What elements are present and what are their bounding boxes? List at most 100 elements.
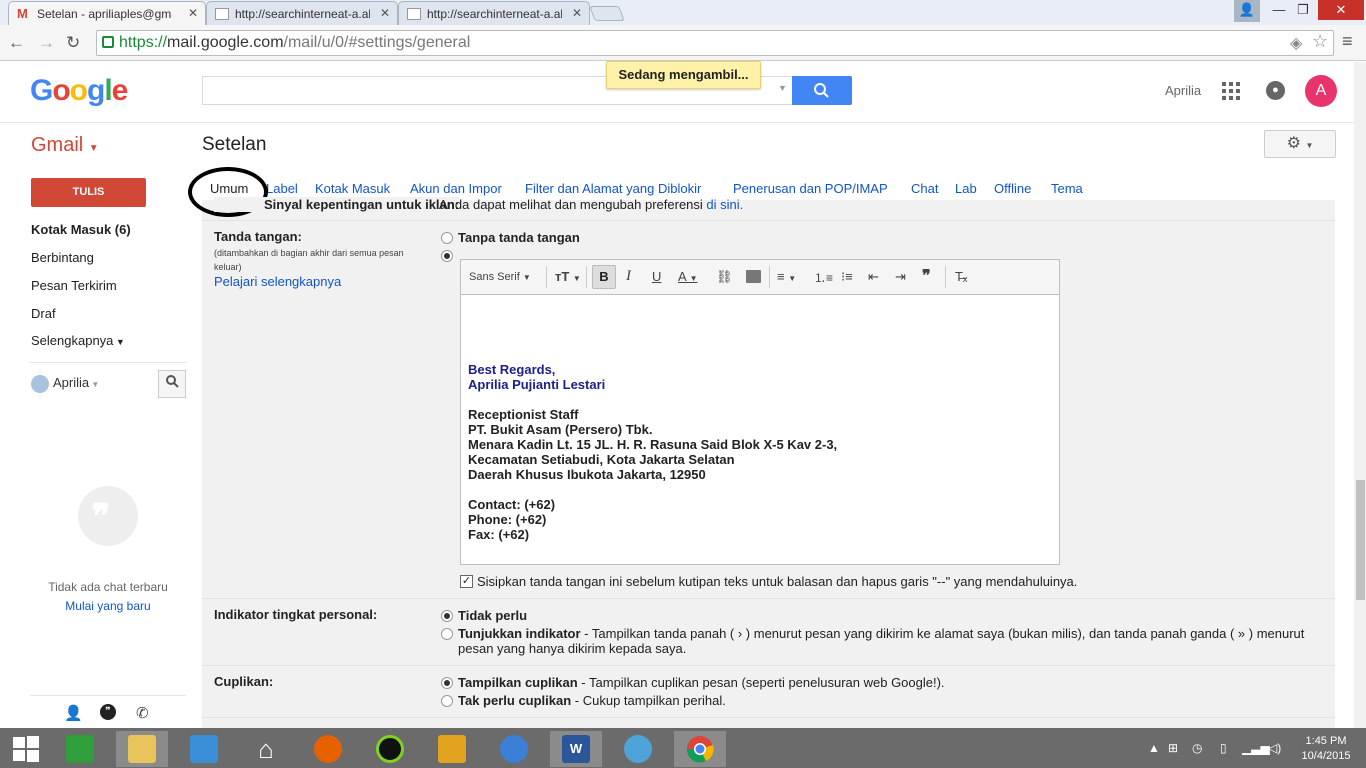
start-button[interactable]	[0, 731, 52, 767]
page-scrollbar[interactable]	[1354, 62, 1366, 728]
italic-icon[interactable]: I	[626, 268, 631, 285]
show-indicator-radio[interactable]	[441, 628, 453, 640]
no-indicator-label[interactable]: Tidak perlu	[458, 608, 527, 623]
tray-overflow-icon[interactable]: ▲	[1148, 741, 1160, 755]
tab-labels[interactable]: Label	[266, 181, 298, 196]
nav-item-starred[interactable]: Berbintang	[31, 250, 94, 265]
google-logo[interactable]: Google	[30, 74, 128, 108]
forward-icon[interactable]: →	[38, 33, 55, 53]
nav-item-inbox[interactable]: Kotak Masuk (6)	[31, 222, 131, 237]
indent-more-icon[interactable]: ⇥	[895, 269, 906, 285]
gmail-brand-menu[interactable]: Gmail ▼	[31, 134, 99, 157]
bold-icon[interactable]: B	[592, 265, 616, 289]
learn-more-link[interactable]: Pelajari selengkapnya	[214, 274, 341, 289]
link-icon[interactable]: ⛓	[716, 269, 733, 285]
text-color-icon[interactable]: A ▼	[678, 269, 698, 284]
notifications-bell-icon[interactable]: ●	[1266, 81, 1285, 100]
insert-before-quote-checkbox[interactable]: ✓	[460, 575, 473, 588]
start-new-chat-link[interactable]: Mulai yang baru	[30, 599, 186, 613]
profile-icon[interactable]: 👤	[1234, 0, 1260, 22]
underline-icon[interactable]: U	[652, 269, 661, 284]
tab-offline[interactable]: Offline	[994, 181, 1031, 196]
taskbar-browser-icon[interactable]	[488, 731, 540, 767]
tray-volume-icon[interactable]: ◁)	[1268, 741, 1281, 755]
back-icon[interactable]: ←	[8, 33, 25, 53]
indent-less-icon[interactable]: ⇤	[868, 269, 879, 285]
taskbar-media-icon[interactable]	[364, 731, 416, 767]
show-snippets-label[interactable]: Tampilkan cuplikan - Tampilkan cuplikan …	[458, 675, 945, 690]
restore-button[interactable]: ❐	[1290, 0, 1316, 22]
apps-grid-icon[interactable]	[1222, 82, 1240, 103]
taskbar-file-explorer-icon[interactable]	[116, 731, 168, 767]
settings-gear-button[interactable]: ⚙ ▼	[1264, 130, 1336, 158]
nav-item-sent[interactable]: Pesan Terkirim	[31, 278, 117, 293]
tab-labs[interactable]: Lab	[955, 181, 977, 196]
no-signature-label[interactable]: Tanpa tanda tangan	[458, 230, 580, 245]
tab-chat[interactable]: Chat	[911, 181, 938, 196]
tray-windows-icon[interactable]: ⊞	[1168, 741, 1178, 755]
account-name[interactable]: Aprilia	[1165, 83, 1201, 98]
taskbar-chrome-icon[interactable]	[674, 731, 726, 767]
close-tab-icon[interactable]: ✕	[188, 6, 198, 20]
contacts-icon[interactable]: 👤	[64, 704, 83, 722]
tab-filters[interactable]: Filter dan Alamat yang Diblokir	[525, 181, 701, 196]
no-snippets-radio[interactable]	[441, 695, 453, 707]
remove-formatting-icon[interactable]: T̶ₓ	[955, 269, 967, 284]
font-size-icon[interactable]: тT ▼	[555, 269, 581, 284]
close-tab-icon[interactable]: ✕	[572, 6, 582, 20]
no-indicator-radio[interactable]	[441, 610, 453, 622]
browser-tab-3[interactable]: http://searchinterneat-a.al ✕	[398, 1, 590, 25]
taskbar-network-icon[interactable]	[612, 731, 664, 767]
tray-clock-icon[interactable]: ◷	[1192, 741, 1202, 755]
no-snippets-label[interactable]: Tak perlu cuplikan - Cukup tampilkan per…	[458, 693, 726, 708]
hangouts-icon[interactable]: ❞	[100, 704, 116, 720]
reload-icon[interactable]: ↻	[66, 33, 80, 53]
numbered-list-icon[interactable]: ⒈≡	[814, 269, 833, 286]
chat-status-menu[interactable]: Aprilia ▼	[31, 372, 131, 394]
scrollbar-thumb[interactable]	[1356, 480, 1365, 600]
new-tab-button[interactable]	[589, 6, 625, 21]
menu-icon[interactable]: ≡	[1342, 31, 1353, 52]
taskbar-home-icon[interactable]: ⌂	[240, 731, 292, 767]
chat-search-button[interactable]	[158, 370, 186, 398]
taskbar-clock[interactable]: 1:45 PM 10/4/2015	[1296, 734, 1356, 764]
show-indicator-title: Tunjukkan indikator	[458, 626, 581, 641]
tray-signal-icon[interactable]: ▁▃▅	[1242, 741, 1270, 755]
tab-inbox[interactable]: Kotak Masuk	[315, 181, 390, 196]
no-signature-radio[interactable]	[441, 232, 453, 244]
window-close-button[interactable]: ✕	[1318, 0, 1364, 20]
taskbar-firefox-icon[interactable]	[302, 731, 354, 767]
search-button[interactable]	[792, 76, 852, 105]
url-bar[interactable]: https://mail.google.com/mail/u/0/#settin…	[96, 30, 1334, 56]
nav-item-drafts[interactable]: Draf	[31, 306, 56, 321]
font-family-select[interactable]: Sans Serif ▼	[469, 271, 531, 283]
taskbar-mail-icon[interactable]	[178, 731, 230, 767]
close-tab-icon[interactable]: ✕	[380, 6, 390, 20]
compose-button[interactable]: TULIS	[31, 178, 146, 207]
bulleted-list-icon[interactable]: ⁝≡	[841, 269, 853, 285]
taskbar-tools-icon[interactable]	[426, 731, 478, 767]
browser-tab-2[interactable]: http://searchinterneat-a.al ✕	[206, 1, 398, 25]
show-snippets-radio[interactable]	[441, 677, 453, 689]
tray-battery-icon[interactable]: ▯	[1220, 741, 1227, 755]
bookmark-star-icon[interactable]: ☆	[1312, 31, 1328, 52]
ads-preferences-link[interactable]: di sini.	[706, 197, 743, 212]
browser-tab-gmail[interactable]: M Setelan - apriliaples@gma ✕	[8, 1, 206, 25]
extension-icon[interactable]: ◈	[1290, 33, 1302, 53]
tab-forwarding[interactable]: Penerusan dan POP/IMAP	[733, 181, 888, 196]
phone-icon[interactable]: ✆	[136, 704, 149, 722]
nav-item-more[interactable]: Selengkapnya ▼	[31, 333, 125, 348]
show-indicator-label[interactable]: Tunjukkan indikator - Tampilkan tanda pa…	[458, 626, 1304, 641]
image-icon[interactable]	[746, 270, 761, 283]
minimize-button[interactable]: —	[1266, 0, 1292, 22]
align-icon[interactable]: ≡ ▼	[777, 269, 796, 284]
taskbar-word-icon[interactable]: W	[550, 731, 602, 767]
search-options-icon[interactable]: ▼	[778, 83, 787, 93]
quote-icon[interactable]: ❞	[922, 266, 931, 286]
insert-before-quote-label[interactable]: Sisipkan tanda tangan ini sebelum kutipa…	[477, 574, 1077, 589]
tab-themes[interactable]: Tema	[1051, 181, 1083, 196]
custom-signature-radio[interactable]	[441, 250, 453, 262]
avatar[interactable]: A	[1305, 75, 1337, 107]
tab-accounts[interactable]: Akun dan Impor	[410, 181, 502, 196]
taskbar-app-store-icon[interactable]	[54, 731, 106, 767]
